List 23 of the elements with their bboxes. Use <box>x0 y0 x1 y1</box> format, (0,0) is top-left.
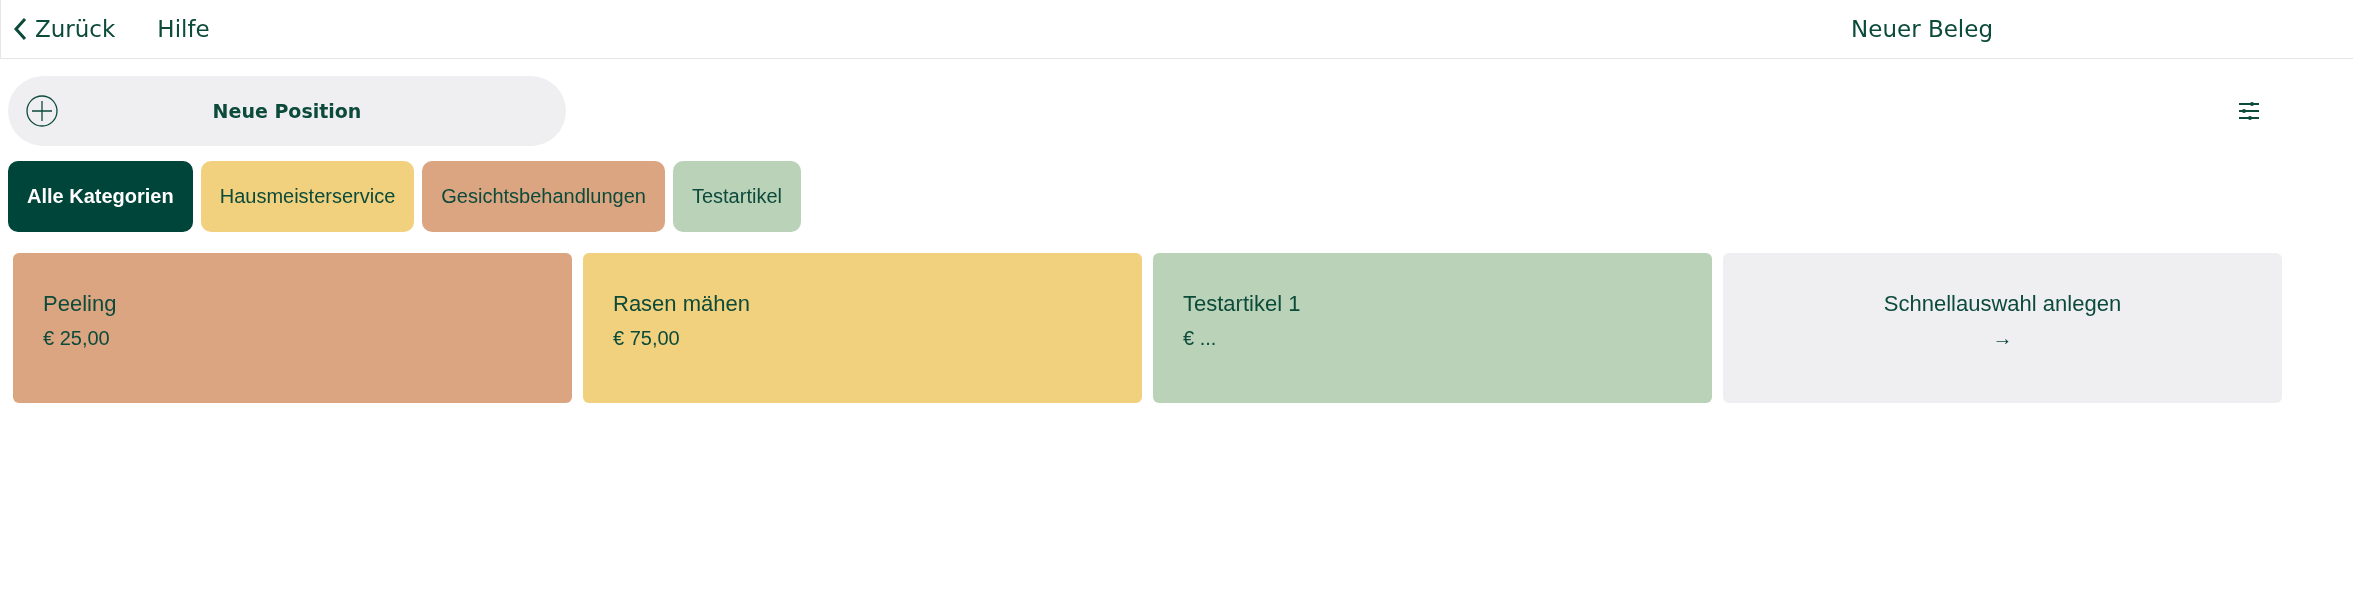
create-quick-selection-tile[interactable]: Schnellauswahl anlegen → <box>1723 253 2282 403</box>
help-link[interactable]: Hilfe <box>157 16 210 42</box>
product-tile[interactable]: Testartikel 1 € ... <box>1153 253 1712 403</box>
category-tab[interactable]: Testartikel <box>672 161 801 232</box>
category-tab[interactable]: Hausmeisterservice <box>200 161 415 232</box>
chevron-left-icon <box>13 17 27 41</box>
product-price: € ... <box>1183 327 1217 350</box>
sliders-icon[interactable] <box>2238 102 2260 120</box>
product-name: Peeling <box>43 291 117 317</box>
product-name: Rasen mähen <box>613 291 750 317</box>
category-tab[interactable]: Alle Kategorien <box>8 161 193 232</box>
page-title: Neuer Beleg <box>1851 16 1993 42</box>
product-tile[interactable]: Peeling € 25,00 <box>13 253 572 403</box>
product-tile[interactable]: Rasen mähen € 75,00 <box>583 253 1142 403</box>
product-price: € 25,00 <box>43 327 110 350</box>
product-name: Testartikel 1 <box>1183 291 1301 317</box>
arrow-glyph: → <box>1992 327 2013 350</box>
product-price: € 75,00 <box>613 327 680 350</box>
new-position-button[interactable]: Neue Position <box>8 76 566 146</box>
tile-label: Schnellauswahl anlegen <box>1883 291 2122 317</box>
back-button[interactable]: Zurück <box>13 16 116 42</box>
add-circle-icon <box>26 95 58 127</box>
category-tab[interactable]: Gesichtsbehandlungen <box>422 161 665 232</box>
